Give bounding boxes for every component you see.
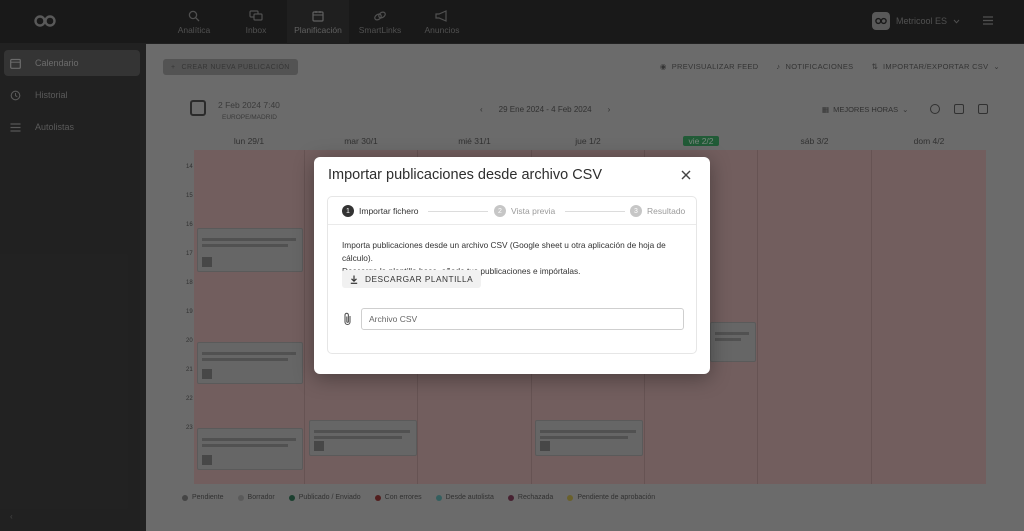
import-csv-modal: Importar publicaciones desde archivo CSV… xyxy=(314,157,710,374)
step-label: Resultado xyxy=(647,206,686,216)
modal-title: Importar publicaciones desde archivo CSV xyxy=(328,167,603,183)
step-preview: 2 Vista previa xyxy=(494,205,555,217)
step-label: Importar fichero xyxy=(359,206,419,216)
step-label: Vista previa xyxy=(511,206,556,216)
download-template-label: DESCARGAR PLANTILLA xyxy=(365,274,474,284)
step-import-file: 1 Importar fichero xyxy=(342,205,419,217)
step-connector xyxy=(428,211,488,212)
description-line: Importa publicaciones desde un archivo C… xyxy=(342,240,666,263)
step-number: 3 xyxy=(630,205,642,217)
download-icon xyxy=(350,275,358,284)
step-result: 3 Resultado xyxy=(630,205,685,217)
csv-file-input[interactable] xyxy=(361,308,684,330)
download-template-button[interactable]: DESCARGAR PLANTILLA xyxy=(342,270,482,288)
import-panel: 1 Importar fichero 2 Vista previa 3 Resu… xyxy=(327,196,697,354)
step-connector xyxy=(565,211,625,212)
paperclip-icon xyxy=(344,312,351,326)
close-icon[interactable] xyxy=(680,169,692,181)
stepper: 1 Importar fichero 2 Vista previa 3 Resu… xyxy=(328,197,696,225)
step-number: 1 xyxy=(342,205,354,217)
step-number: 2 xyxy=(494,205,506,217)
